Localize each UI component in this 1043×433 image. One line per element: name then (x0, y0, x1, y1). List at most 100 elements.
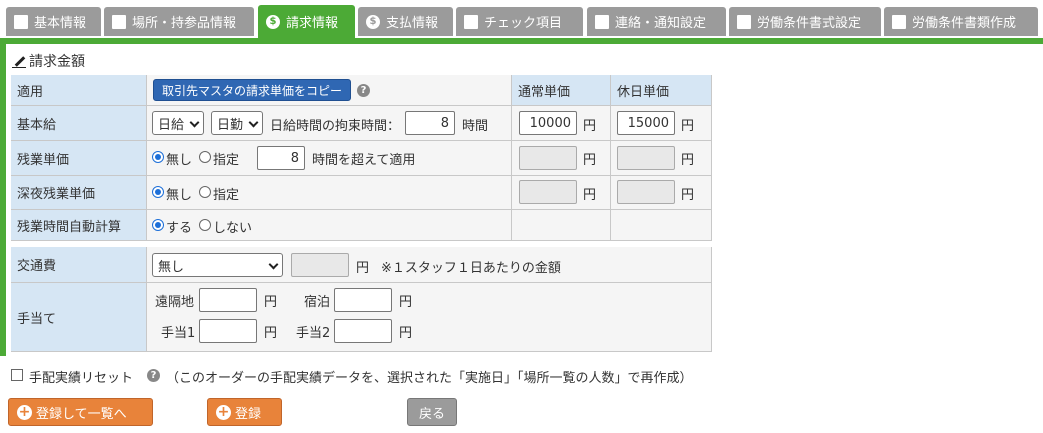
section-title-text: 請求金額 (29, 54, 85, 70)
holiday-base-input[interactable]: 15000 (617, 111, 675, 135)
auto-calc-empty-1 (512, 210, 611, 241)
chevron-down-icon (268, 259, 279, 270)
auto-calc-label-text: 残業時間自動計算 (17, 219, 122, 235)
reset-label: 手配実績リセット (29, 371, 134, 386)
holiday-price-header: 休日単価 (611, 75, 712, 106)
register-and-list-button[interactable]: + 登録して一覧へ (8, 398, 153, 426)
tab-labor-format[interactable]: 労働条件書式設定 (729, 7, 881, 36)
auto-calc-label: 残業時間自動計算 (11, 210, 147, 241)
holiday-price-header-text: 休日単価 (617, 84, 670, 100)
transport-select[interactable]: 無し (152, 253, 283, 277)
yen-unit: 円 (681, 119, 695, 134)
edit-icon (112, 14, 126, 29)
pay-mode-value: 日勤 (217, 117, 244, 133)
transport-note: ※１スタッフ１日あたりの金額 (381, 261, 561, 276)
reset-checkbox[interactable] (11, 369, 23, 381)
register-and-list-label: 登録して一覧へ (36, 406, 127, 422)
overtime-specify-radio[interactable] (199, 151, 211, 163)
overtime-none-radio[interactable] (152, 151, 164, 163)
back-button[interactable]: 戻る (407, 398, 457, 426)
overtime-none-label: 無し (166, 153, 193, 168)
overtime-normal-input[interactable] (519, 146, 577, 170)
pay-mode-select[interactable]: 日勤 (211, 111, 263, 135)
transport-amount-input[interactable] (291, 253, 349, 277)
yen-unit: 円 (583, 153, 597, 168)
night-overtime-label-text: 深夜残業単価 (17, 187, 96, 202)
overtime-specify-label: 指定 (213, 153, 240, 168)
tab-contact-settings[interactable]: 連絡・通知設定 (587, 7, 726, 36)
overtime-label: 残業単価 (11, 141, 147, 176)
holiday-base-value: 15000 (627, 115, 669, 131)
transport-option-value: 無し (158, 259, 185, 275)
back-label: 戻る (418, 406, 445, 422)
allowance1-input[interactable] (199, 319, 257, 343)
tab-label: 連絡・通知設定 (615, 16, 707, 31)
tab-location[interactable]: 場所・持参品情報 (104, 7, 254, 36)
chevron-down-icon (248, 117, 259, 128)
normal-base-input[interactable]: 10000 (519, 111, 577, 135)
auto-calc-no-radio[interactable] (199, 219, 211, 231)
tab-check-items[interactable]: チェック項目 (456, 7, 583, 36)
auto-calc-empty-2 (611, 210, 712, 241)
auto-calc-no-label: しない (213, 221, 253, 236)
overtime-label-text: 残業単価 (17, 152, 70, 168)
tab-label: 基本情報 (34, 16, 87, 31)
tab-label: チェック項目 (484, 16, 563, 31)
auto-calc-yes-radio[interactable] (152, 219, 164, 231)
remote-label: 遠隔地 (155, 295, 195, 310)
night-none-radio[interactable] (152, 186, 164, 198)
tab-bar: 基本情報 場所・持参品情報 $ 請求情報 $ 支払情報 チェック項目 連絡・通知設定… (0, 0, 1043, 42)
tab-payment[interactable]: $ 支払情報 (358, 7, 453, 36)
transport-label-text: 交通費 (17, 259, 57, 274)
tab-label: 請求情報 (286, 16, 339, 31)
bound-hours-input[interactable]: 8 (405, 111, 455, 135)
section-title: 請求金額 (12, 51, 85, 71)
lodging-input[interactable] (334, 288, 392, 312)
allowance-label-text: 手当て (17, 311, 57, 327)
tab-label: 支払情報 (386, 16, 439, 31)
night-holiday-input[interactable] (617, 180, 675, 204)
help-icon[interactable]: ? (357, 83, 371, 97)
allowance2-input[interactable] (334, 319, 392, 343)
edit-icon (595, 14, 609, 29)
yen-unit: 円 (399, 326, 413, 341)
yen-unit: 円 (356, 261, 370, 276)
overtime-threshold-input[interactable]: 8 (257, 146, 305, 170)
night-specify-radio[interactable] (199, 186, 211, 198)
normal-price-header-text: 通常単価 (518, 84, 571, 100)
edit-icon (14, 14, 28, 29)
normal-price-header: 通常単価 (512, 75, 611, 106)
edit-icon (737, 14, 751, 29)
apply-label-text: 適用 (17, 84, 44, 100)
chevron-down-icon (189, 117, 200, 128)
yen-unit: 円 (264, 295, 278, 310)
yen-unit: 円 (681, 153, 695, 168)
help-icon[interactable]: ? (147, 369, 160, 382)
reset-note: （このオーダーの手配実績データを、選択された「実施日」「場所一覧の人数」で再作成… (166, 371, 693, 386)
remote-input[interactable] (199, 288, 257, 312)
yen-unit: 円 (583, 188, 597, 203)
pay-unit-select[interactable]: 日給 (152, 111, 204, 135)
register-button[interactable]: + 登録 (207, 398, 282, 426)
night-normal-input[interactable] (519, 180, 577, 204)
allowance1-label: 手当1 (161, 326, 196, 341)
bound-hours-label: 日給時間の拘束時間： (270, 119, 401, 134)
dollar-icon: $ (366, 14, 380, 29)
pencil-icon (12, 54, 26, 68)
tab-billing[interactable]: $ 請求情報 (258, 5, 355, 38)
yen-unit: 円 (264, 326, 278, 341)
night-none-label: 無し (166, 188, 193, 203)
tab-label: 労働条件書式設定 (757, 16, 862, 31)
section-left-border (0, 44, 6, 356)
overtime-threshold-value: 8 (290, 150, 299, 166)
overtime-threshold-suffix: 時間を超えて適用 (312, 153, 416, 168)
base-pay-label: 基本給 (11, 106, 147, 141)
hours-unit: 時間 (462, 119, 489, 134)
auto-calc-yes-label: する (166, 221, 193, 236)
tab-basic-info[interactable]: 基本情報 (6, 7, 101, 36)
overtime-holiday-input[interactable] (617, 146, 675, 170)
pay-unit-value: 日給 (158, 117, 185, 133)
tab-labor-docs[interactable]: 労働条件書類作成 (884, 7, 1038, 36)
copy-client-price-button[interactable]: 取引先マスタの請求単価をコピー (153, 79, 352, 101)
tab-label: 場所・持参品情報 (132, 16, 237, 31)
